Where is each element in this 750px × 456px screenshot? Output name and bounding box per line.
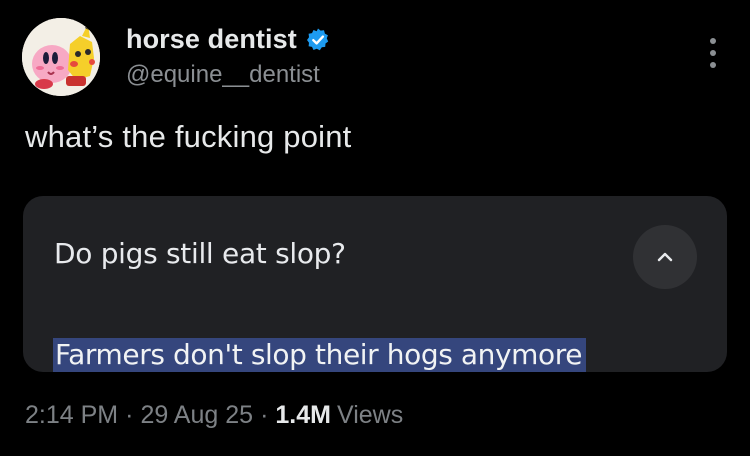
tweet-meta: 2:14 PM · 29 Aug 25 · 1.4M Views (25, 401, 403, 430)
more-dot (710, 50, 716, 56)
tweet-time[interactable]: 2:14 PM (25, 401, 118, 430)
faq-question: Do pigs still eat slop? (54, 237, 346, 270)
collapse-button[interactable] (633, 225, 697, 289)
kirby-pikachu-avatar-icon (22, 18, 100, 96)
avatar[interactable] (22, 18, 100, 96)
views-label: Views (336, 401, 404, 429)
embedded-faq-card[interactable]: Do pigs still eat slop? Farmers don't sl… (23, 196, 727, 372)
author-handle[interactable]: @equine__dentist (126, 61, 320, 89)
more-options-icon[interactable] (708, 38, 718, 68)
meta-separator: · (125, 401, 134, 429)
more-dot (710, 38, 716, 44)
verified-badge-icon (305, 27, 331, 53)
views-count: 1.4M (275, 401, 331, 429)
author-name-row[interactable]: horse dentist (126, 24, 331, 55)
tweet-date[interactable]: 29 Aug 25 (140, 401, 253, 430)
tweet-text: what’s the fucking point (25, 119, 352, 154)
faq-answer-highlighted: Farmers don't slop their hogs anymore (53, 338, 587, 372)
chevron-up-icon (657, 252, 673, 262)
meta-separator: · (260, 401, 269, 429)
more-dot (710, 62, 716, 68)
tweet-header: horse dentist @equine__dentist (22, 18, 732, 98)
display-name[interactable]: horse dentist (126, 24, 297, 55)
